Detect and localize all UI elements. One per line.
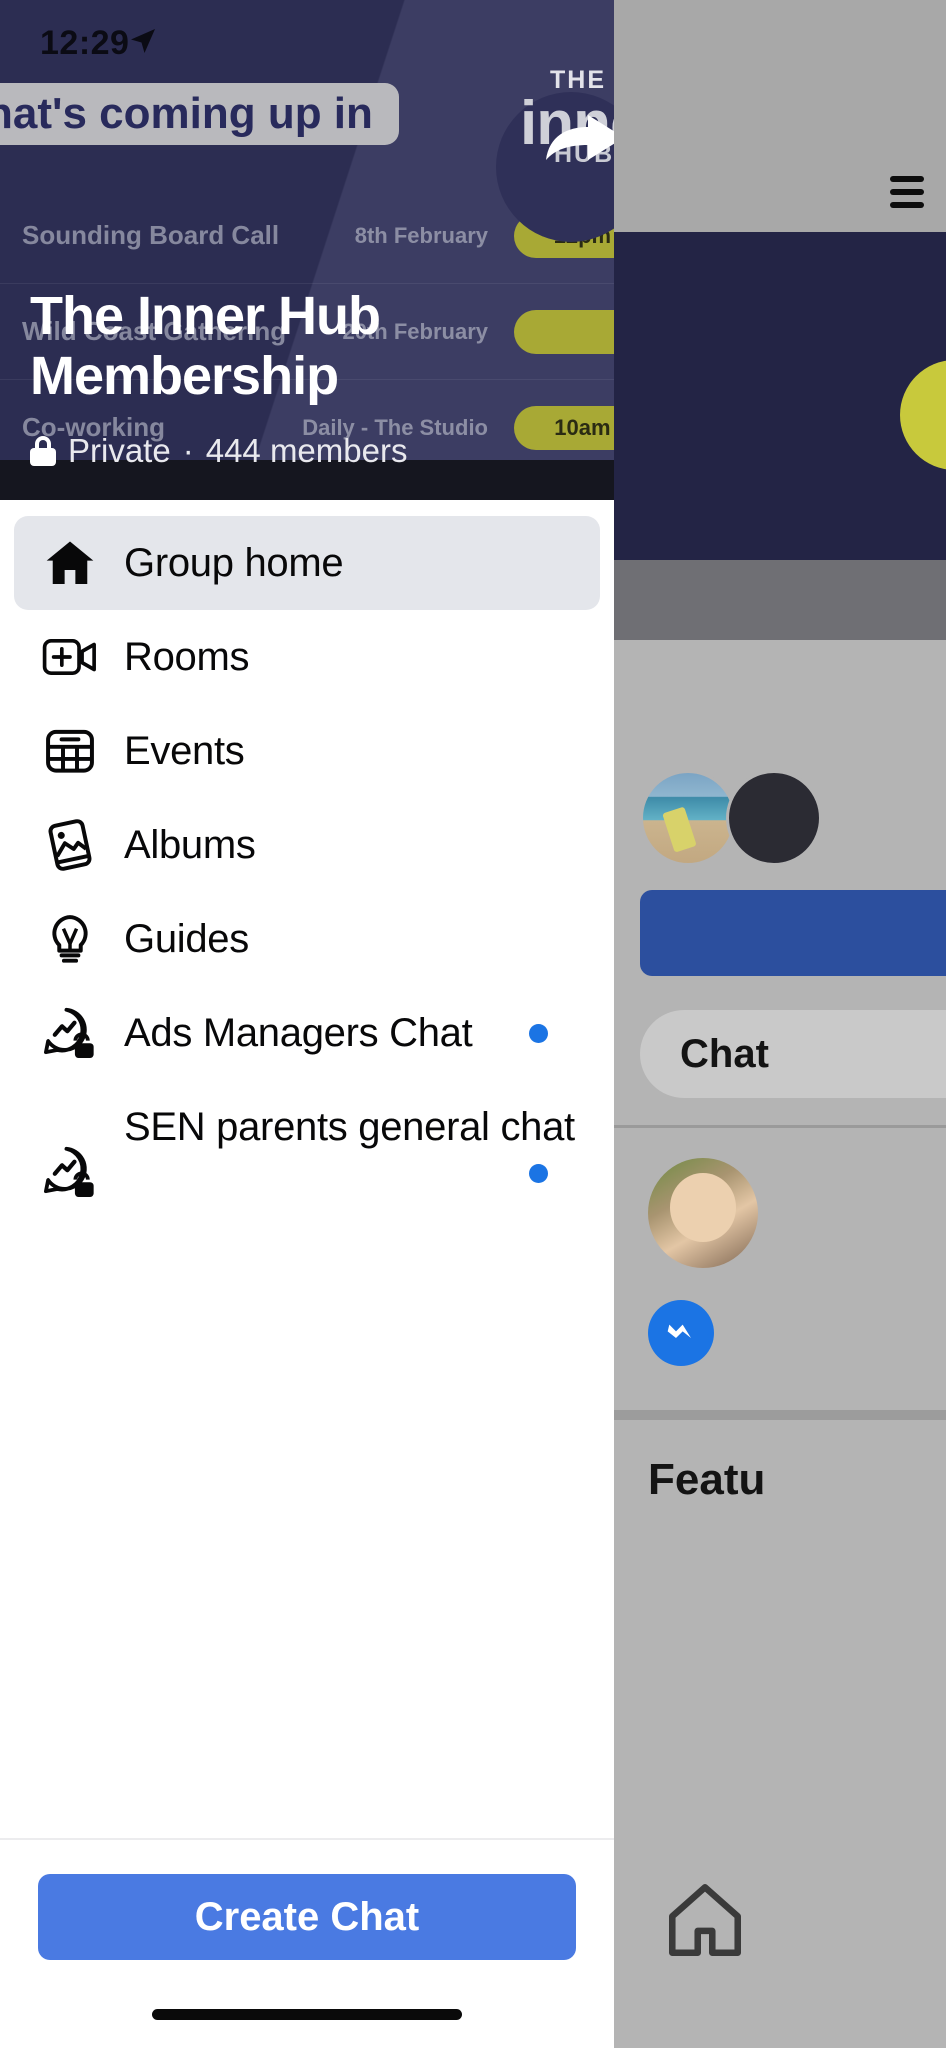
event-time-badge: 10am G bbox=[514, 406, 614, 450]
foreground-panel: Sounding Board Call 8th February 12pm G … bbox=[0, 0, 614, 2048]
menu-item-label: Group home bbox=[124, 541, 343, 586]
page-title: The Inner Hub Membership bbox=[30, 286, 590, 406]
menu-item-guides[interactable]: Guides bbox=[14, 892, 600, 986]
create-chat-button[interactable]: Create Chat bbox=[38, 1874, 576, 1960]
video-room-icon bbox=[38, 625, 102, 689]
drawer-footer: Create Chat bbox=[0, 1838, 614, 2048]
group-privacy-row: Private · 444 members bbox=[30, 432, 407, 470]
avatar bbox=[726, 770, 822, 866]
background-chat-pill[interactable]: Chat bbox=[640, 1010, 946, 1098]
group-privacy-text: Private bbox=[68, 432, 171, 470]
location-arrow-icon bbox=[128, 26, 158, 56]
menu-item-ads-managers-chat[interactable]: Ads Managers Chat bbox=[14, 986, 600, 1080]
group-separator: · bbox=[183, 432, 194, 470]
menu-item-events[interactable]: Events bbox=[14, 704, 600, 798]
share-title-chip: hat's coming up in bbox=[0, 83, 399, 145]
background-primary-button[interactable] bbox=[640, 890, 946, 976]
chat-lock-icon bbox=[38, 1140, 102, 1204]
chat-lock-icon bbox=[38, 1001, 102, 1065]
share-arrow-icon bbox=[540, 112, 614, 172]
menu-item-label: SEN parents general chat bbox=[124, 1105, 575, 1150]
menu-item-rooms[interactable]: Rooms bbox=[14, 610, 600, 704]
messenger-icon[interactable] bbox=[648, 1300, 714, 1366]
home-outline-icon[interactable] bbox=[660, 1880, 750, 1960]
lock-icon bbox=[30, 436, 56, 466]
menu-item-sen-parents-general-chat[interactable]: SEN parents general chat bbox=[14, 1080, 600, 1220]
background-featured-heading: Featu bbox=[648, 1455, 765, 1505]
unread-dot bbox=[529, 1164, 548, 1183]
home-icon bbox=[38, 531, 102, 595]
status-bar: 12:29 36 bbox=[0, 0, 614, 92]
group-menu-drawer: Group home Rooms Events bbox=[0, 500, 614, 2048]
unread-dot bbox=[529, 1024, 548, 1043]
lightbulb-icon bbox=[38, 907, 102, 971]
background-member-avatars bbox=[640, 770, 812, 866]
avatar bbox=[640, 770, 736, 866]
calendar-icon bbox=[38, 719, 102, 783]
menu-item-label: Events bbox=[124, 729, 245, 774]
group-member-count: 444 members bbox=[206, 432, 408, 470]
menu-item-label: Albums bbox=[124, 823, 256, 868]
menu-item-label: Rooms bbox=[124, 635, 249, 680]
yellow-blob-decor-2 bbox=[900, 360, 946, 470]
event-date: 8th February bbox=[355, 223, 488, 249]
divider bbox=[612, 1410, 946, 1420]
status-bar-time: 12:29 bbox=[40, 24, 129, 63]
menu-item-label: Ads Managers Chat bbox=[124, 1011, 472, 1056]
menu-item-group-home[interactable]: Group home bbox=[14, 516, 600, 610]
home-indicator bbox=[152, 2009, 462, 2020]
avatar bbox=[648, 1158, 758, 1268]
divider bbox=[612, 1125, 946, 1128]
event-name: Sounding Board Call bbox=[22, 220, 279, 251]
photo-album-icon bbox=[38, 813, 102, 877]
hamburger-menu-icon[interactable] bbox=[890, 176, 924, 208]
menu-item-albums[interactable]: Albums bbox=[14, 798, 600, 892]
menu-item-label: Guides bbox=[124, 917, 249, 962]
